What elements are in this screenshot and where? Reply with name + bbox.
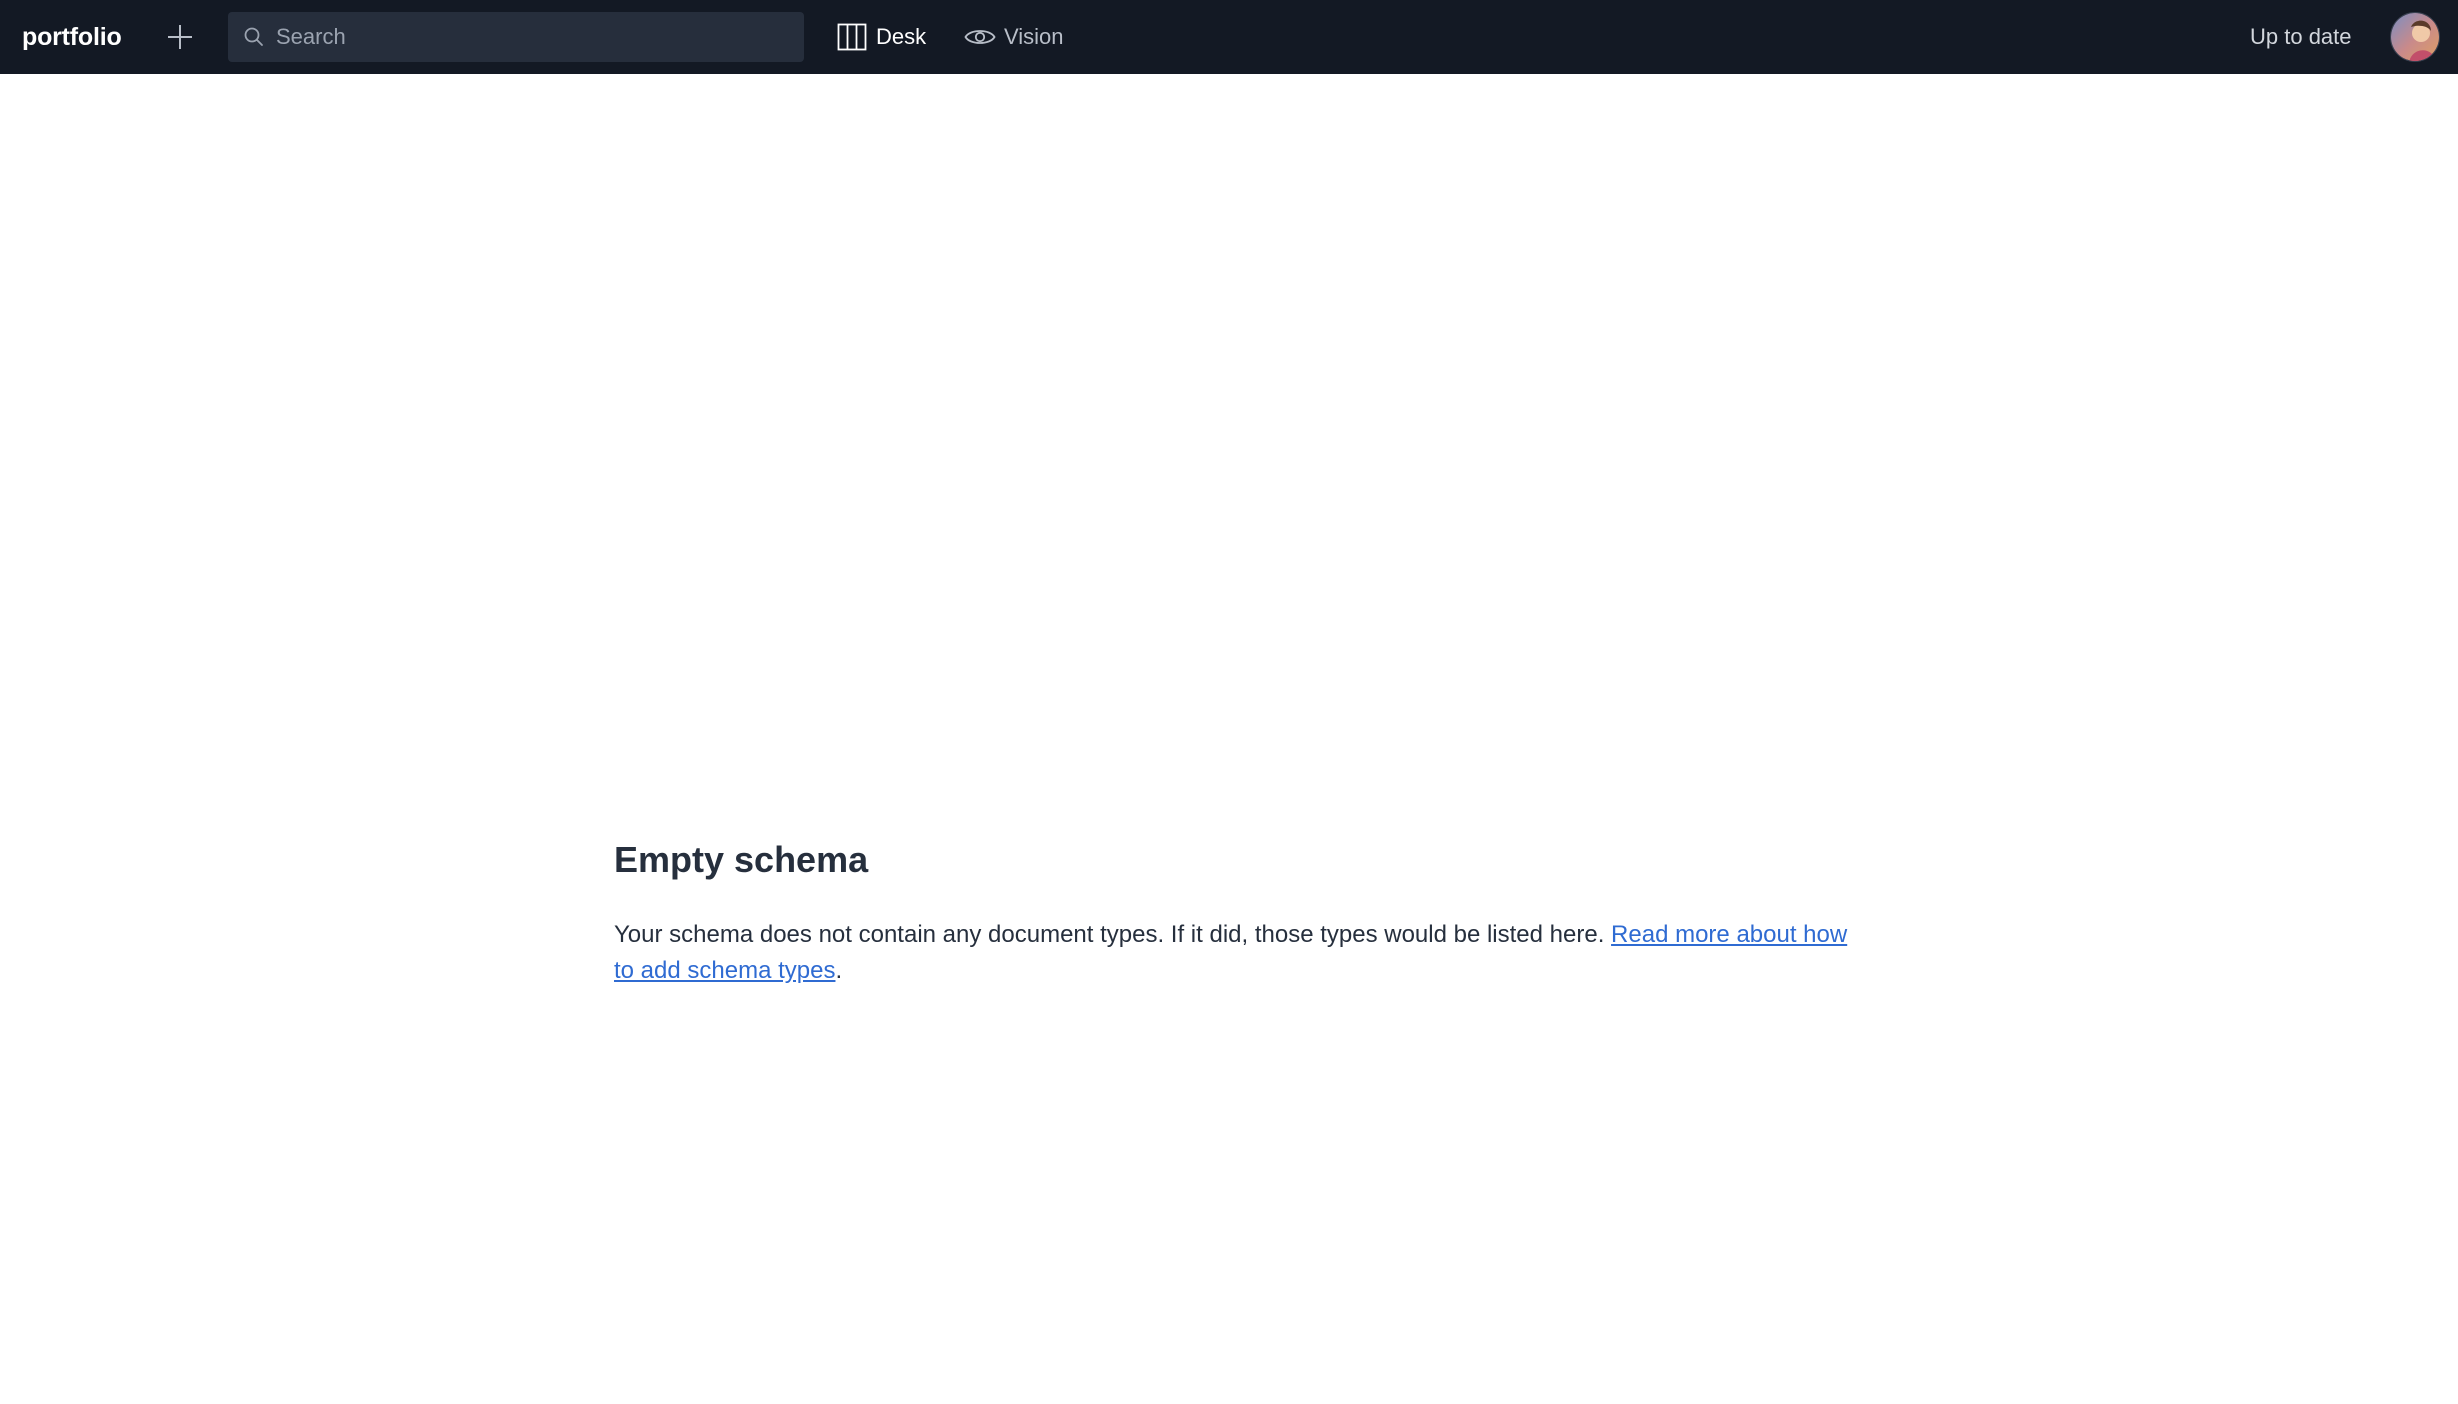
search-icon: [244, 27, 263, 46]
message-trailing: .: [835, 957, 843, 985]
tool-vision-label: Vision: [1004, 24, 1064, 49]
plus-icon: [168, 25, 192, 49]
message-text: Your schema does not contain any documen…: [614, 921, 1612, 949]
tool-desk-label: Desk: [876, 24, 927, 49]
search-input[interactable]: [276, 12, 796, 62]
project-name[interactable]: portfolio: [22, 0, 122, 74]
search-box: [228, 12, 804, 62]
eye-icon: [964, 21, 996, 53]
user-avatar[interactable]: [2390, 12, 2440, 62]
columns-icon: [836, 21, 868, 53]
empty-schema-message: Your schema does not contain any documen…: [614, 917, 1854, 989]
sync-status: Up to date: [2250, 24, 2352, 49]
tool-vision[interactable]: Vision: [964, 0, 1064, 74]
empty-schema-panel: Empty schema Your schema does not contai…: [614, 838, 1854, 989]
create-new-document-button[interactable]: [160, 17, 200, 57]
top-navbar: portfolio Desk Vision: [0, 0, 2458, 74]
page-title: Empty schema: [614, 839, 869, 880]
tool-desk[interactable]: Desk: [836, 0, 926, 74]
